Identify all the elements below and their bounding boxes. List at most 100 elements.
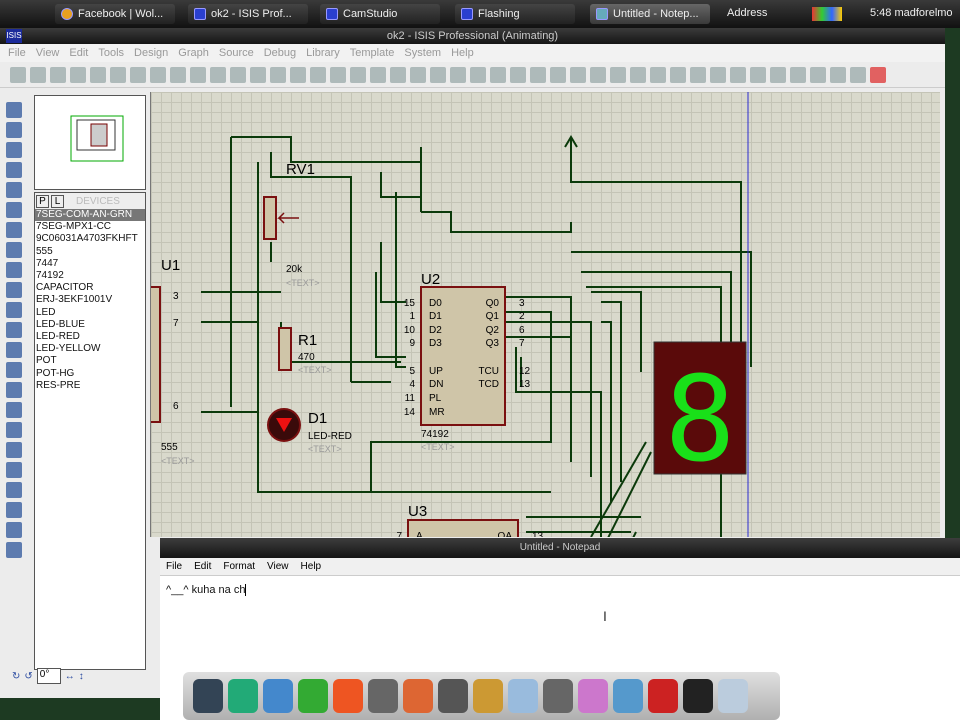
toolbar-button[interactable] (750, 66, 766, 83)
toolbar-button[interactable] (210, 66, 226, 83)
toolbar-button[interactable] (30, 66, 46, 83)
toolbar-button[interactable] (170, 66, 186, 83)
library-manager-button[interactable]: L (51, 194, 64, 208)
ic-u2-74192[interactable]: U2 74192 <TEXT> 15 D0 1 D1 10 D2 9 D3 5 UP 4 DN 11 PL 1… (404, 271, 531, 452)
device-item[interactable]: LED-RED (35, 331, 145, 343)
toolbar-button[interactable] (510, 66, 526, 83)
mode-tool-button[interactable] (6, 302, 22, 318)
menu-edit[interactable]: Edit (69, 47, 88, 59)
mode-tool-button[interactable] (6, 542, 22, 558)
chart-icon[interactable] (473, 679, 503, 713)
toolbar-button[interactable] (410, 66, 426, 83)
seven-segment-display[interactable]: 8 (653, 341, 747, 488)
device-item[interactable]: POT-HG (35, 368, 145, 380)
mode-tool-button[interactable] (6, 382, 22, 398)
menu-tools[interactable]: Tools (98, 47, 124, 59)
potentiometer-rv1[interactable]: RV1 20k <TEXT> (263, 161, 320, 288)
device-item[interactable]: LED-BLUE (35, 319, 145, 331)
toolbar-button[interactable] (450, 66, 466, 83)
task-camstudio[interactable]: CamStudio (320, 4, 440, 24)
keyboard-icon[interactable] (543, 679, 573, 713)
toolbar-button[interactable] (630, 66, 646, 83)
task-isis[interactable]: ok2 - ISIS Prof... (188, 4, 308, 24)
vlc-icon[interactable] (648, 679, 678, 713)
toolbar-button[interactable] (710, 66, 726, 83)
book-icon[interactable] (578, 679, 608, 713)
recycle-bin-icon[interactable] (718, 679, 748, 713)
device-item[interactable]: 7SEG-COM-AN-GRN (35, 209, 145, 222)
mode-tool-button[interactable] (6, 142, 22, 158)
toolbar-button[interactable] (350, 66, 366, 83)
isis-title-bar[interactable]: ISIS ok2 - ISIS Professional (Animating) (0, 28, 945, 44)
menu-view[interactable]: View (36, 47, 60, 59)
notepad-text-area[interactable]: ^__^ kuha na ch (160, 576, 960, 604)
toolbar-button[interactable] (770, 66, 786, 83)
mode-tool-button[interactable] (6, 262, 22, 278)
device-item[interactable]: 555 (35, 246, 145, 258)
mode-tool-button[interactable] (6, 242, 22, 258)
toolbar-button[interactable] (370, 66, 386, 83)
task-flashing[interactable]: Flashing (455, 4, 575, 24)
computer-icon[interactable] (193, 679, 223, 713)
toolbar-button[interactable] (790, 66, 806, 83)
np-menu-view[interactable]: View (267, 561, 289, 572)
toolbar-button[interactable] (470, 66, 486, 83)
menu-template[interactable]: Template (350, 47, 395, 59)
mode-tool-button[interactable] (6, 162, 22, 178)
device-item[interactable]: LED-YELLOW (35, 343, 145, 355)
mode-tool-button[interactable] (6, 122, 22, 138)
rotate-cw-icon[interactable]: ↻ (12, 671, 20, 682)
toolbar-button[interactable] (590, 66, 606, 83)
mode-tool-button[interactable] (6, 362, 22, 378)
device-item[interactable]: LED (35, 307, 145, 319)
mode-tool-button[interactable] (6, 282, 22, 298)
toolbar-button[interactable] (830, 66, 846, 83)
device-item[interactable]: RES-PRE (35, 380, 145, 392)
toolbar-button[interactable] (430, 66, 446, 83)
toolbar-button[interactable] (730, 66, 746, 83)
toolbar-button[interactable] (270, 66, 286, 83)
np-menu-help[interactable]: Help (301, 561, 322, 572)
mode-tool-button[interactable] (6, 522, 22, 538)
toolbar-button[interactable] (290, 66, 306, 83)
device-item[interactable]: 7447 (35, 258, 145, 270)
led-d1[interactable]: D1 LED-RED <TEXT> (267, 408, 352, 454)
menu-library[interactable]: Library (306, 47, 340, 59)
printer-icon[interactable] (298, 679, 328, 713)
menu-debug[interactable]: Debug (264, 47, 296, 59)
device-item[interactable]: 9C06031A4703FKHFT (35, 233, 145, 245)
device-item[interactable]: 74192 (35, 270, 145, 282)
toolbar-button[interactable] (230, 66, 246, 83)
notepad-title-bar[interactable]: Untitled - Notepad (160, 538, 960, 558)
ccleaner-icon[interactable] (333, 679, 363, 713)
toolbar-button[interactable] (330, 66, 346, 83)
tray-icons[interactable] (812, 7, 842, 21)
menu-graph[interactable]: Graph (178, 47, 209, 59)
toolbar-button[interactable] (130, 66, 146, 83)
np-menu-format[interactable]: Format (223, 561, 255, 572)
toolbar-button[interactable] (530, 66, 546, 83)
globe-icon[interactable] (228, 679, 258, 713)
task-notepad[interactable]: Untitled - Notep... (590, 4, 710, 24)
mode-tool-button[interactable] (6, 322, 22, 338)
documents-icon[interactable] (613, 679, 643, 713)
toolbar-button[interactable] (610, 66, 626, 83)
mode-tool-button[interactable] (6, 422, 22, 438)
toolbar-button[interactable] (90, 66, 106, 83)
folder-icon[interactable] (508, 679, 538, 713)
toolbar-button[interactable] (670, 66, 686, 83)
toolbar-button[interactable] (650, 66, 666, 83)
np-menu-edit[interactable]: Edit (194, 561, 211, 572)
firefox-icon[interactable] (403, 679, 433, 713)
rotate-ccw-icon[interactable]: ↺ (24, 671, 32, 682)
overview-window[interactable] (34, 95, 146, 190)
media-player-icon[interactable] (438, 679, 468, 713)
toolbar-button[interactable] (870, 66, 886, 83)
menu-help[interactable]: Help (451, 47, 474, 59)
toolbar-button[interactable] (250, 66, 266, 83)
toolbar-button[interactable] (690, 66, 706, 83)
mode-tool-button[interactable] (6, 182, 22, 198)
toolbar-button[interactable] (390, 66, 406, 83)
toolbar-button[interactable] (810, 66, 826, 83)
ic-u1-555[interactable]: U1 3 7 6 555 <TEXT> (151, 257, 195, 466)
